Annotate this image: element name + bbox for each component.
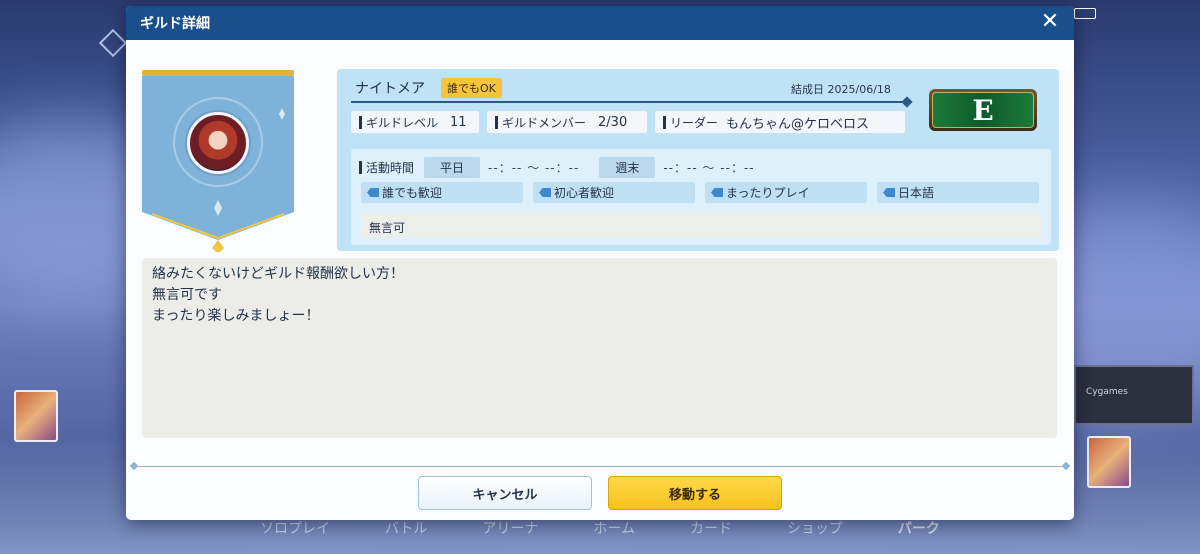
guild-tag: まったりプレイ — [705, 182, 867, 203]
name-underline — [351, 101, 907, 103]
nav-shop[interactable]: ショップ — [787, 518, 843, 538]
guild-level-label: ギルドレベル — [366, 115, 439, 130]
guild-level: ギルドレベル 11 — [351, 111, 479, 133]
weekday-time: --：-- 〜 --：-- — [488, 161, 580, 175]
guild-tag: 誰でも歓迎 — [361, 182, 523, 203]
tag-icon — [883, 188, 895, 197]
guild-info-panel: ナイトメア 誰でもOK 結成日 2025/06/18 ギルドレベル 11 ギルド… — [337, 69, 1059, 251]
nav-battle[interactable]: バトル — [385, 518, 427, 538]
tag-icon — [711, 188, 723, 197]
description-line: まったり楽しみましょー！ — [152, 308, 320, 324]
billboard-text: Cygames — [1086, 387, 1128, 397]
tag-icon — [367, 188, 379, 197]
modal-title: ギルド詳細 — [140, 16, 210, 32]
tag-icon — [539, 188, 551, 197]
guild-leader-avatar — [187, 112, 249, 174]
bottom-nav: ソロプレイ バトル アリーナ ホーム カード ショップ パーク — [260, 518, 940, 538]
close-icon[interactable]: ✕ — [1038, 11, 1062, 33]
battery-icon — [1074, 8, 1096, 19]
founded-date: 結成日 2025/06/18 — [791, 83, 891, 96]
guild-leader-value: もんちゃん@ケロベロス — [726, 116, 870, 132]
background-card — [14, 390, 58, 442]
nav-home[interactable]: ホーム — [593, 518, 635, 538]
nav-solo-play[interactable]: ソロプレイ — [260, 518, 330, 538]
move-button[interactable]: 移動する — [608, 476, 782, 510]
guild-leader-label: リーダー — [670, 115, 719, 130]
weekend-time: --：-- 〜 --：-- — [663, 161, 755, 175]
guild-rank-badge: E — [929, 89, 1037, 131]
nav-card[interactable]: カード — [690, 518, 732, 538]
guild-tag: 初心者歓迎 — [533, 182, 695, 203]
nav-arena[interactable]: アリーナ — [482, 518, 538, 538]
activity-label: 活動時間 — [366, 161, 415, 175]
activity-time-row: 活動時間 平日 --：-- 〜 --：-- 週末 --：-- 〜 --：-- — [359, 157, 755, 178]
weekend-label: 週末 — [599, 157, 656, 178]
guild-tag: 日本語 — [877, 182, 1039, 203]
guild-members: ギルドメンバー 2/30 — [487, 111, 647, 133]
guild-activity-panel: 活動時間 平日 --：-- 〜 --：-- 週末 --：-- 〜 --：-- 誰… — [351, 149, 1051, 245]
guild-level-value: 11 — [450, 114, 467, 130]
guild-banner — [142, 70, 294, 252]
guild-leader: リーダー もんちゃん@ケロベロス — [655, 111, 905, 133]
background-map-icon — [98, 28, 128, 58]
guild-members-label: ギルドメンバー — [502, 115, 587, 130]
guild-tags: 誰でも歓迎 初心者歓迎 まったりプレイ 日本語 — [361, 182, 1039, 203]
cancel-button[interactable]: キャンセル — [418, 476, 592, 510]
nav-park[interactable]: パーク — [898, 518, 940, 538]
background-billboard: Cygames — [1074, 365, 1194, 425]
guild-members-value: 2/30 — [598, 114, 628, 130]
background-card — [1087, 436, 1131, 488]
guild-name: ナイトメア — [355, 81, 425, 97]
modal-header: ギルド詳細 — [126, 6, 1074, 40]
guild-description: 絡みたくないけどギルド報酬欲しい方！ 無言可です まったり楽しみましょー！ — [142, 258, 1057, 438]
guild-detail-modal: ギルド詳細 ✕ ナイトメア 誰でもOK 結成日 2025/06/18 ギルドレベ… — [126, 6, 1074, 520]
guild-note: 無言可 — [361, 213, 1041, 238]
weekday-label: 平日 — [424, 157, 481, 178]
join-policy-badge: 誰でもOK — [441, 78, 502, 98]
guild-rank-letter: E — [932, 92, 1034, 128]
divider — [134, 466, 1066, 467]
description-line: 無言可です — [152, 287, 222, 303]
description-line: 絡みたくないけどギルド報酬欲しい方！ — [152, 266, 404, 282]
